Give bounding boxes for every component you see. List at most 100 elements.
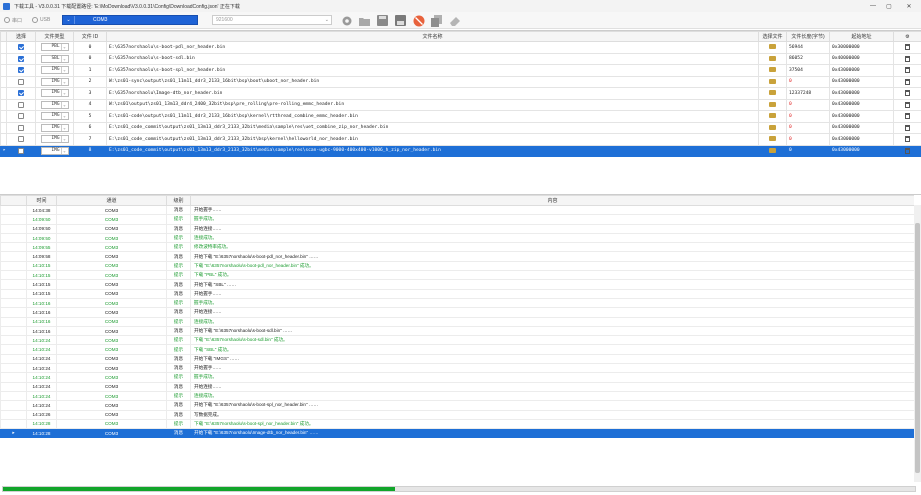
file-name[interactable]: E:\6357norshaolu\s-boot-sdl.bin bbox=[106, 52, 759, 65]
select-checkbox[interactable] bbox=[6, 87, 36, 100]
file-row[interactable]: SBL ⌄ 0 E:\6357norshaolu\s-boot-sdl.bin 8605… bbox=[0, 52, 921, 65]
file-type-select[interactable]: IMG ⌄ bbox=[35, 144, 74, 157]
delete-button[interactable] bbox=[893, 52, 921, 65]
file-length[interactable]: 86052 bbox=[786, 52, 830, 65]
choose-file-button[interactable] bbox=[758, 110, 787, 123]
select-checkbox[interactable] bbox=[6, 98, 36, 111]
save-icon[interactable] bbox=[376, 14, 389, 27]
log-row[interactable]: 14:10:24 COM3 消息 开始下载 "E:\6357norshaolu\s-b… bbox=[0, 400, 914, 411]
log-row[interactable]: 14:10:26 COM3 消息 写数据完成。 bbox=[0, 409, 914, 420]
choose-file-button[interactable] bbox=[758, 144, 787, 157]
log-row[interactable]: 14:10:24 COM3 提示 连接成功。 bbox=[0, 390, 914, 402]
file-name[interactable]: E:\zs01_code_commit\output\zs01_13m13_dd… bbox=[106, 144, 759, 157]
start-address[interactable]: 0x30000000 bbox=[829, 41, 894, 54]
file-length[interactable]: 0 bbox=[786, 144, 830, 157]
log-row[interactable]: 14:10:15 COM3 消息 开始下载 "SBL" …… bbox=[0, 279, 914, 290]
start-address[interactable]: 0x43000000 bbox=[829, 98, 894, 111]
file-type-select[interactable]: IMG ⌄ bbox=[35, 64, 74, 77]
file-name[interactable]: E:\zs01_code_commit\output\zs01_13m13_dd… bbox=[106, 121, 759, 134]
log-row[interactable]: 14:09:55 COM3 提示 修改波特率成功。 bbox=[0, 242, 914, 253]
log-row[interactable]: 14:10:24 COM3 提示 下载 "E:\6357norshaolu\s-boo… bbox=[0, 335, 914, 346]
choose-file-button[interactable] bbox=[758, 87, 787, 100]
delete-button[interactable] bbox=[893, 41, 921, 54]
file-name[interactable]: E:\zs01_code_commit\output\zs01_13m13_dd… bbox=[106, 133, 759, 146]
log-row[interactable]: 14:10:16 COM3 提示 连接成功。 bbox=[0, 316, 914, 327]
maximize-button[interactable]: ▢ bbox=[882, 0, 896, 12]
file-row[interactable]: PBL ⌄ 0 E:\6357norshaolu\s-boot-pdl_nor_hea… bbox=[0, 41, 921, 54]
file-row[interactable]: IMG ⌄ 3 E:\6357norshaolu\Image-dtb_nor_head… bbox=[0, 87, 921, 100]
file-row[interactable]: IMG ⌄ 5 E:\zs01-code\output\zs01_11m11_ddr3… bbox=[0, 110, 921, 123]
start-address[interactable]: 0x43000000 bbox=[829, 64, 894, 77]
start-address[interactable]: 0x43000000 bbox=[829, 133, 894, 146]
select-checkbox[interactable] bbox=[6, 75, 36, 88]
file-type-select[interactable]: IMG ⌄ bbox=[35, 133, 74, 146]
file-name[interactable]: E:\6357norshaolu\s-boot-pdl_nor_header.b… bbox=[106, 41, 759, 54]
save-as-icon[interactable] bbox=[394, 14, 407, 27]
log-row[interactable]: 14:10:15 COM3 提示 下载 "PBL" 成功。 bbox=[0, 270, 914, 281]
col-file-id[interactable]: 文件 ID bbox=[73, 31, 107, 42]
choose-file-button[interactable] bbox=[758, 98, 787, 111]
log-row[interactable]: 14:10:15 COM3 消息 开始握手…… bbox=[0, 288, 914, 299]
log-row[interactable]: 14:09:50 COM3 消息 开始连接…… bbox=[0, 223, 914, 234]
file-row[interactable]: IMG ⌄ 1 E:\6357norshaolu\s-boot-spl_nor_hea… bbox=[0, 64, 921, 77]
col-level[interactable]: 级别 bbox=[166, 195, 191, 206]
minimize-button[interactable]: — bbox=[866, 0, 880, 12]
log-row[interactable]: 14:10:24 COM3 消息 开始下载 "IMGS" …… bbox=[0, 353, 914, 365]
delete-button[interactable] bbox=[893, 75, 921, 88]
file-type-select[interactable]: SBL ⌄ bbox=[35, 52, 74, 65]
file-length[interactable]: 0 bbox=[786, 133, 830, 146]
serial-port-radio[interactable]: 串口 bbox=[4, 15, 22, 25]
col-select[interactable]: 选择 bbox=[6, 31, 36, 42]
log-row[interactable]: 14:10:24 COM3 提示 握手成功。 bbox=[0, 372, 914, 383]
start-address[interactable]: 0x43000000 bbox=[829, 87, 894, 100]
start-address[interactable]: 0x40000000 bbox=[829, 52, 894, 65]
file-length[interactable]: 37504 bbox=[786, 64, 830, 77]
select-checkbox[interactable] bbox=[6, 41, 36, 54]
select-checkbox[interactable] bbox=[6, 133, 36, 146]
select-checkbox[interactable] bbox=[6, 110, 36, 123]
file-name[interactable]: W:\zs01\output\zs01_13m13_ddr4_2400_32bi… bbox=[106, 98, 759, 111]
file-length[interactable]: 0 bbox=[786, 110, 830, 123]
delete-button[interactable] bbox=[893, 110, 921, 123]
start-address[interactable]: 0x43000000 bbox=[829, 121, 894, 134]
start-address[interactable]: 0x43000000 bbox=[829, 75, 894, 88]
log-row[interactable]: 14:09:50 COM3 提示 连接成功。 bbox=[0, 232, 914, 244]
select-checkbox[interactable] bbox=[6, 121, 36, 134]
folder-open-icon[interactable] bbox=[358, 14, 371, 27]
log-row[interactable]: ▸ 14:10:28 COM3 消息 开始下载 "E:\6357norshaolu\Im… bbox=[0, 428, 914, 439]
file-row[interactable]: IMG ⌄ 4 W:\zs01\output\zs01_13m13_ddr4_2400… bbox=[0, 98, 921, 111]
copy-icon[interactable] bbox=[430, 14, 443, 27]
file-length[interactable]: 0 bbox=[786, 121, 830, 134]
choose-file-button[interactable] bbox=[758, 121, 787, 134]
log-row[interactable]: 14:10:16 COM3 消息 开始下载 "E:\6357norshaolu\s-b… bbox=[0, 325, 914, 337]
choose-file-button[interactable] bbox=[758, 41, 787, 54]
col-file-length[interactable]: 文件长度(字节) bbox=[786, 31, 830, 42]
stop-icon[interactable] bbox=[412, 14, 425, 27]
col-choose-file[interactable]: 选择文件 bbox=[758, 31, 787, 42]
start-address[interactable]: 0x43000000 bbox=[829, 144, 894, 157]
log-row[interactable]: 14:09:58 COM3 消息 开始下载 "E:\6357norshaolu\s-b… bbox=[0, 251, 914, 262]
col-time[interactable]: 时间 bbox=[26, 195, 57, 206]
file-type-select[interactable]: IMG ⌄ bbox=[35, 87, 74, 100]
eraser-icon[interactable] bbox=[448, 14, 461, 27]
select-checkbox[interactable] bbox=[6, 64, 36, 77]
usb-radio[interactable]: USB bbox=[32, 15, 50, 25]
choose-file-button[interactable] bbox=[758, 52, 787, 65]
select-checkbox[interactable] bbox=[6, 52, 36, 65]
log-row[interactable]: 14:10:24 COM3 消息 开始连接…… bbox=[0, 381, 914, 392]
file-length[interactable]: 0 bbox=[786, 98, 830, 111]
choose-file-button[interactable] bbox=[758, 64, 787, 77]
delete-button[interactable] bbox=[893, 87, 921, 100]
file-length[interactable]: 12337248 bbox=[786, 87, 830, 100]
col-file-name[interactable]: 文件名称 bbox=[106, 31, 759, 42]
log-row[interactable]: 14:10:16 COM3 消息 开始连接…… bbox=[0, 307, 914, 318]
log-row[interactable]: 14:10:24 COM3 消息 开始握手…… bbox=[0, 363, 914, 374]
delete-button[interactable] bbox=[893, 144, 921, 157]
file-row[interactable]: IMG ⌄ 6 E:\zs01_code_commit\output\zs01_13m… bbox=[0, 121, 921, 134]
file-type-select[interactable]: PBL ⌄ bbox=[35, 41, 74, 54]
choose-file-button[interactable] bbox=[758, 133, 787, 146]
file-row[interactable]: ▸ IMG ⌄ 8 E:\zs01_code_commit\output\zs01_13… bbox=[0, 144, 921, 157]
file-length[interactable]: 0 bbox=[786, 75, 830, 88]
file-type-select[interactable]: IMG ⌄ bbox=[35, 98, 74, 111]
delete-button[interactable] bbox=[893, 98, 921, 111]
